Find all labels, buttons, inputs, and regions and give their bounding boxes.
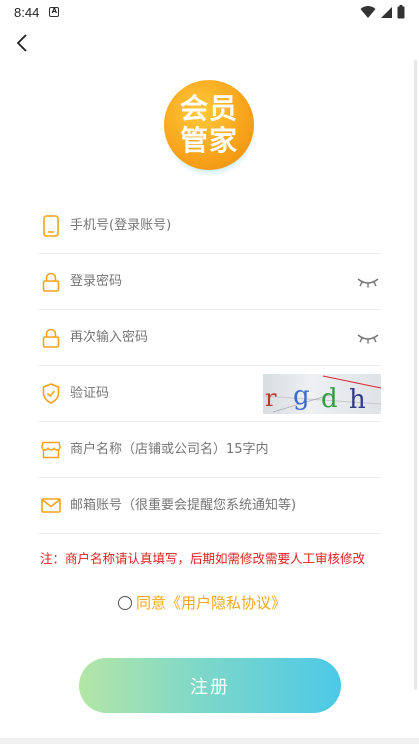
captcha-row: r g d h — [38, 366, 381, 422]
lock-icon — [40, 327, 62, 349]
password-confirm-input[interactable] — [70, 322, 357, 353]
phone-icon — [40, 214, 62, 237]
email-input[interactable] — [70, 490, 381, 521]
back-button[interactable] — [10, 30, 34, 56]
battery-icon — [397, 5, 405, 19]
captcha-image[interactable]: r g d h — [263, 373, 381, 414]
captcha-char: r — [265, 384, 277, 412]
shop-name-row — [38, 422, 381, 478]
store-icon — [40, 439, 62, 461]
phone-row — [38, 198, 381, 254]
shield-check-icon — [40, 383, 62, 405]
captcha-char: h — [349, 385, 366, 414]
captcha-char: g — [293, 381, 310, 411]
lock-icon — [40, 271, 62, 293]
logo-text: 会员管家 — [179, 92, 238, 157]
phone-input[interactable] — [70, 210, 381, 241]
password-confirm-row — [38, 310, 381, 366]
password-row — [38, 254, 381, 310]
status-icons — [360, 5, 405, 19]
notice-text: 注：商户名称请认真填写，后期如需修改需要人工审核修改 — [40, 551, 366, 566]
status-time: 8:44 — [14, 4, 40, 20]
captcha-input[interactable] — [70, 378, 263, 409]
mail-icon — [40, 495, 62, 517]
register-button[interactable]: 注册 — [79, 658, 341, 713]
logo-badge: 会员管家 — [164, 80, 254, 170]
captcha-char: d — [321, 384, 338, 414]
agreement-radio[interactable] — [118, 595, 132, 610]
privacy-policy-link[interactable]: 《用户隐私协议》 — [166, 592, 286, 613]
shop-name-input[interactable] — [70, 434, 381, 465]
a-letter-icon: A — [49, 7, 60, 17]
signal-icon — [381, 6, 392, 18]
navigation-bar — [0, 738, 419, 744]
eye-closed-icon[interactable] — [357, 331, 379, 345]
email-row — [38, 478, 381, 534]
scrollbar[interactable] — [414, 60, 417, 690]
agreement-checkbox[interactable]: 同意 《用户隐私协议》 — [118, 592, 286, 613]
agreement-prefix: 同意 — [136, 594, 167, 612]
status-bar: 8:44 A — [0, 0, 419, 24]
chevron-left-icon — [16, 34, 27, 52]
wifi-icon — [360, 5, 376, 18]
password-input[interactable] — [70, 266, 357, 297]
eye-closed-icon[interactable] — [357, 275, 379, 289]
app-logo: 会员管家 — [160, 78, 260, 178]
